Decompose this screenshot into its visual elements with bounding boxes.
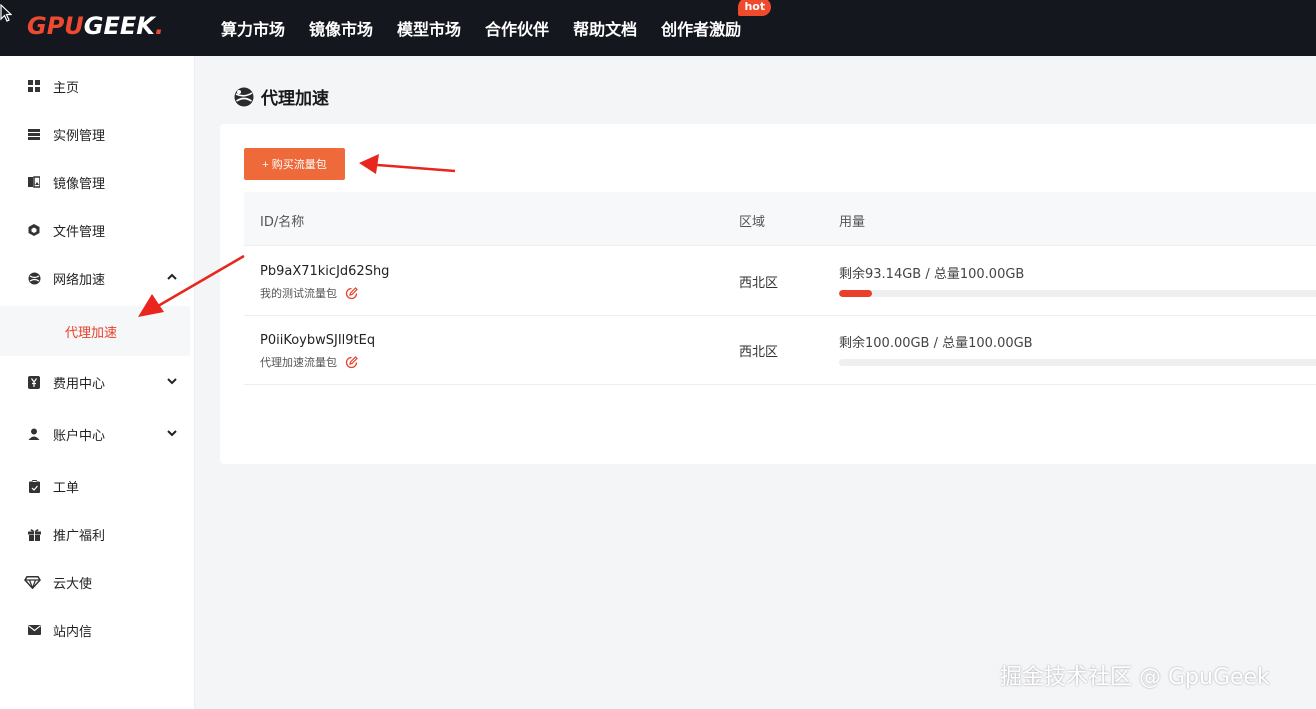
watermark: 掘金技术社区 @ GpuGeek	[1000, 665, 1270, 690]
package-id: Pb9aX71kicJd62Shg	[260, 264, 390, 279]
sidebar-item-label: 工单	[53, 480, 80, 496]
nav-item-creator-incentive-label: 创作者激励	[661, 20, 742, 39]
package-name-cell: 代理加速流量包	[260, 354, 358, 370]
grid-icon	[27, 79, 41, 93]
package-region: 西北区	[739, 345, 779, 360]
sidebar-item-label: 账户中心	[53, 428, 106, 444]
sidebar-item-label: 云大使	[53, 576, 93, 592]
package-id: P0iiKoybwSJIl9tEq	[260, 333, 376, 348]
gpugeek-logo[interactable]: GPUGEEK.	[27, 12, 164, 40]
sidebar-item-label: 网络加速	[53, 272, 106, 288]
package-name-cell: 我的测试流量包	[260, 285, 358, 301]
package-name: 代理加速流量包	[260, 356, 337, 369]
gift-icon	[27, 527, 41, 541]
mail-icon	[27, 623, 41, 637]
page-header: 代理加速	[233, 84, 329, 109]
page-title: 代理加速	[261, 89, 329, 109]
globe-network-icon	[234, 87, 254, 106]
sidebar-item-inbox[interactable]: 站内信	[0, 606, 190, 654]
package-usage-text: 剩余93.14GB / 总量100.00GB	[839, 267, 1025, 282]
sidebar-item-label: 主页	[53, 80, 80, 96]
cube-icon	[27, 223, 41, 237]
diamond-icon	[24, 575, 41, 589]
nav-item-creator-incentive[interactable]: 创作者激励 hot	[661, 0, 772, 40]
edit-icon[interactable]	[345, 286, 358, 300]
table-row: Pb9aX71kicJd62Shg 我的测试流量包 西北区 剩余93.14GB …	[244, 247, 1316, 316]
column-header-id-name: ID/名称	[260, 215, 305, 230]
sidebar-item-home[interactable]: 主页	[0, 62, 190, 110]
table-header: ID/名称 区域 用量	[244, 192, 1316, 246]
column-header-region: 区域	[739, 215, 766, 230]
chevron-down-icon[interactable]	[166, 375, 178, 387]
sidebar-item-label: 费用中心	[53, 376, 106, 392]
image-icon	[27, 175, 41, 189]
sidebar-item-label: 推广福利	[53, 528, 106, 544]
usage-progress-bar	[839, 359, 1316, 366]
main-nav: 算力市场 镜像市场 模型市场 合作伙伴 帮助文档 创作者激励 hot	[221, 0, 772, 56]
sidebar-item-promotion[interactable]: 推广福利	[0, 510, 190, 558]
hot-badge: hot	[738, 0, 772, 16]
buy-traffic-package-button[interactable]: + 购买流量包	[244, 148, 345, 180]
chevron-up-icon[interactable]	[166, 271, 178, 283]
sidebar-subitem-proxy-acceleration[interactable]: 代理加速	[0, 306, 190, 356]
sidebar-item-account[interactable]: 账户中心	[0, 410, 190, 458]
nav-item-model-market[interactable]: 模型市场	[397, 16, 461, 40]
sidebar-item-tickets[interactable]: 工单	[0, 462, 190, 510]
sidebar-item-label: 站内信	[53, 624, 93, 640]
column-header-usage: 用量	[839, 215, 866, 230]
clipboard-icon	[27, 479, 41, 493]
sidebar-item-images[interactable]: 镜像管理	[0, 158, 190, 206]
yen-icon	[27, 375, 41, 389]
sidebar-item-label: 镜像管理	[53, 176, 106, 192]
chevron-down-icon[interactable]	[166, 427, 178, 439]
nav-item-image-market[interactable]: 镜像市场	[309, 16, 373, 40]
package-name: 我的测试流量包	[260, 287, 337, 300]
table-row: P0iiKoybwSJIl9tEq 代理加速流量包 西北区 剩余100.00GB…	[244, 316, 1316, 385]
package-region: 西北区	[739, 276, 779, 291]
nav-item-compute-market[interactable]: 算力市场	[221, 16, 285, 40]
usage-progress-bar	[839, 290, 1316, 297]
sidebar-item-label: 文件管理	[53, 224, 106, 240]
list-icon	[27, 127, 41, 141]
edit-icon[interactable]	[345, 355, 358, 369]
sidebar-item-files[interactable]: 文件管理	[0, 206, 190, 254]
nav-item-partners[interactable]: 合作伙伴	[485, 16, 549, 40]
package-usage-text: 剩余100.00GB / 总量100.00GB	[839, 336, 1033, 351]
sidebar-subitem-label: 代理加速	[65, 325, 118, 341]
top-nav-bar: GPUGEEK. 算力市场 镜像市场 模型市场 合作伙伴 帮助文档 创作者激励 …	[0, 0, 1316, 56]
network-icon	[27, 271, 41, 285]
sidebar-item-label: 实例管理	[53, 128, 106, 144]
sidebar-item-billing[interactable]: 费用中心	[0, 358, 190, 406]
sidebar-item-instances[interactable]: 实例管理	[0, 110, 190, 158]
sidebar-item-network[interactable]: 网络加速	[0, 254, 190, 302]
mouse-cursor-icon	[0, 4, 12, 22]
usage-progress-fill	[839, 290, 873, 297]
sidebar: 主页 实例管理 镜像管理 文件管理 网络加速 代理加速 费用中心 账户中心 工单…	[0, 56, 195, 709]
user-icon	[27, 427, 41, 441]
sidebar-item-ambassador[interactable]: 云大使	[0, 558, 190, 606]
nav-item-help-docs[interactable]: 帮助文档	[573, 16, 637, 40]
